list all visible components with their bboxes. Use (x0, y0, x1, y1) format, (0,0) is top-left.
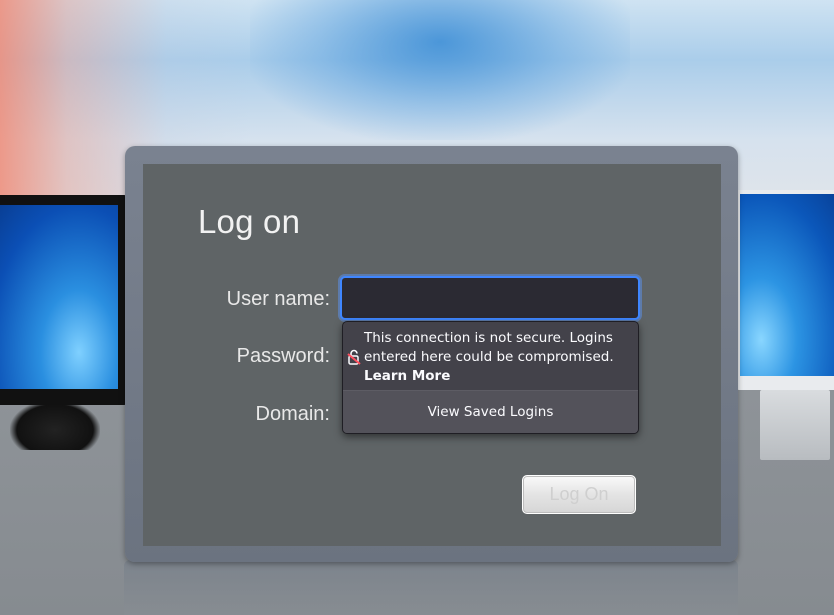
domain-label: Domain: (255, 403, 330, 425)
view-saved-logins-button[interactable]: View Saved Logins (343, 391, 638, 433)
username-label: User name: (226, 288, 330, 310)
monitor-screen (0, 205, 118, 389)
logon-button[interactable]: Log On (522, 475, 636, 514)
background-streak (250, 0, 630, 140)
learn-more-link[interactable]: Learn More (364, 367, 450, 386)
monitor-stand (760, 390, 830, 460)
insecure-warning: This connection is not secure. Logins en… (343, 322, 638, 390)
page-title: Log on (198, 203, 301, 240)
password-label: Password: (236, 345, 330, 367)
monitor-stand (10, 400, 100, 450)
insecure-warning-text: This connection is not secure. Logins en… (364, 330, 614, 365)
insecure-lock-icon (347, 349, 361, 365)
username-input[interactable] (340, 276, 640, 320)
background-monitor-right (736, 190, 834, 390)
monitor-screen (740, 194, 834, 376)
panel-reflection (124, 560, 738, 615)
background-monitor-left (0, 195, 128, 405)
insecure-login-popup: This connection is not secure. Logins en… (342, 321, 639, 434)
